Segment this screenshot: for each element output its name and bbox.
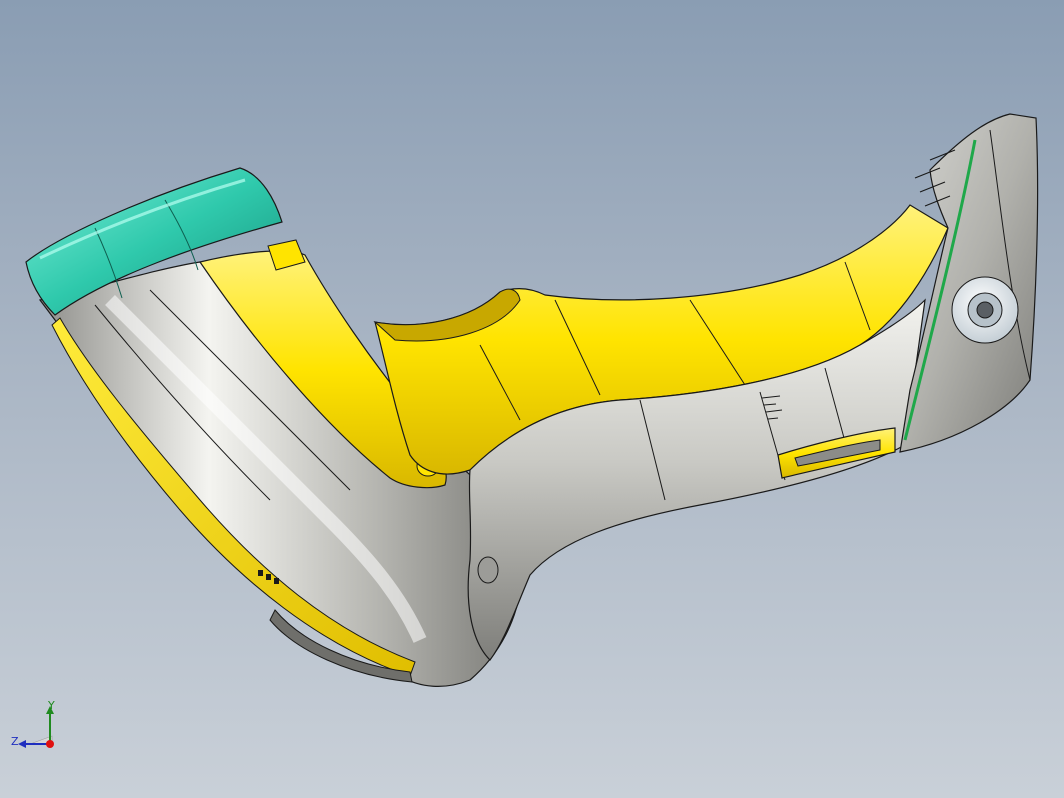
triad-z-label: Z xyxy=(11,735,19,748)
cad-graphics-viewport[interactable]: Y Z xyxy=(0,0,1064,798)
orientation-triad[interactable]: Y Z xyxy=(8,700,68,756)
scanner-3d-model[interactable] xyxy=(0,0,1064,798)
triad-y-label: Y xyxy=(48,699,55,712)
head-lens-button[interactable] xyxy=(951,276,1019,344)
handle-screw-hole xyxy=(477,556,499,584)
